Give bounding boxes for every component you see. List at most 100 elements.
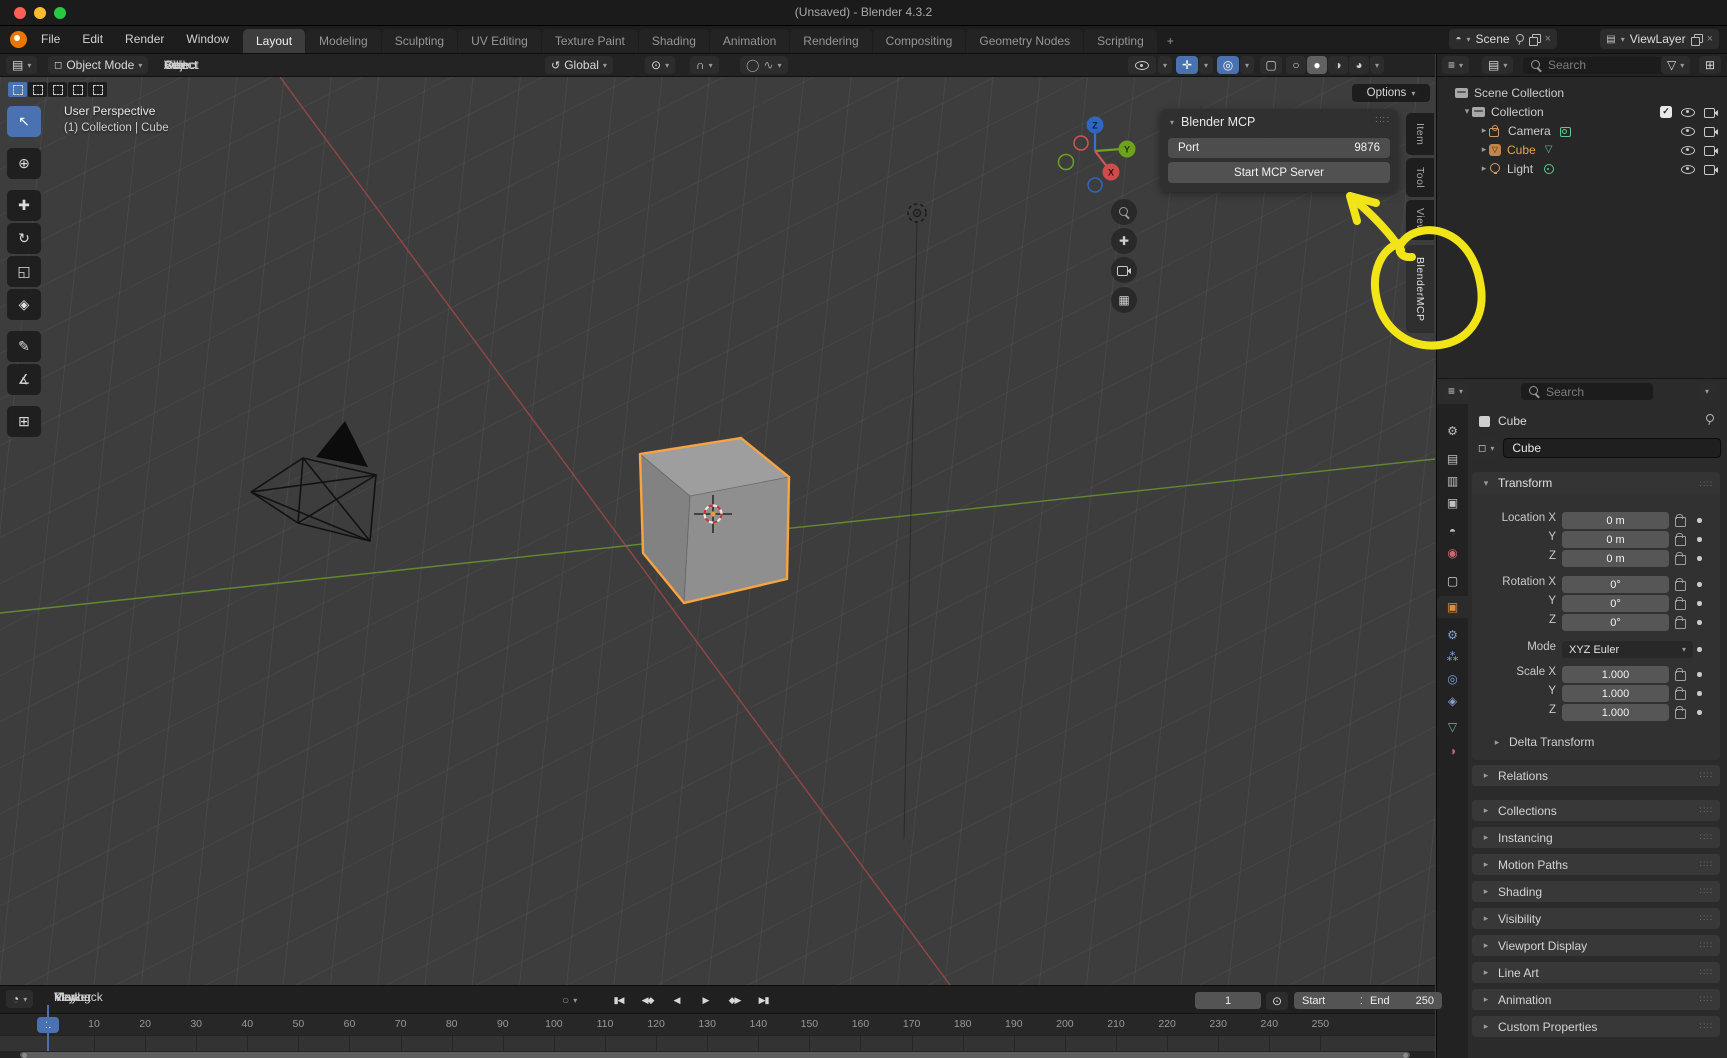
navigation-gizmo[interactable]: Z Y X [1059, 117, 1136, 193]
properties-tab-constraints[interactable]: ◈ [1437, 690, 1468, 712]
camera-object[interactable] [251, 421, 376, 541]
animate-dot-icon[interactable] [1697, 672, 1702, 677]
workspace-tab-uv-editing[interactable]: UV Editing [458, 29, 541, 53]
disable-in-renders-toggle[interactable] [1704, 145, 1718, 155]
animate-dot-icon[interactable] [1697, 710, 1702, 715]
tool-measure-button[interactable]: ∡ [7, 364, 41, 395]
delta-transform-panel-header[interactable]: ▸ Delta Transform [1492, 735, 1594, 749]
play-button[interactable]: ▶ [691, 991, 720, 1009]
viewport-menu-object[interactable]: Object [160, 54, 203, 76]
number-field[interactable]: 1.000 [1562, 704, 1669, 721]
number-field[interactable]: 0° [1562, 595, 1669, 612]
cube-object[interactable] [640, 438, 789, 603]
outliner-row-collection[interactable]: ▾Collection✓ [1437, 102, 1727, 121]
jump-to-end-button[interactable]: ▶▮ [749, 991, 778, 1009]
workspace-tab-sculpting[interactable]: Sculpting [382, 29, 457, 53]
expand-chevron-icon[interactable]: ▸ [1479, 125, 1489, 136]
select-mode-1[interactable] [8, 82, 27, 97]
workspace-tab-texture-paint[interactable]: Texture Paint [542, 29, 638, 53]
options-button[interactable]: Options▾ [1352, 84, 1430, 102]
properties-search-input[interactable]: Search [1521, 383, 1653, 400]
gizmos-toggle[interactable]: ✛ [1176, 56, 1198, 74]
number-field[interactable]: 0 m [1562, 531, 1669, 548]
tool-cursor-button[interactable]: ⊕ [7, 148, 41, 179]
timeline-scrollbar[interactable] [20, 1052, 1410, 1058]
number-field[interactable]: 1.000 [1562, 685, 1669, 702]
pin-id-icon[interactable] [1705, 414, 1714, 425]
tool-rotate-button[interactable]: ↻ [7, 223, 41, 254]
outliner-row-light[interactable]: ▸Light [1437, 159, 1727, 178]
shading-rendered-button[interactable]: ◕ [1349, 56, 1369, 74]
outliner-row-scene-collection[interactable]: Scene Collection [1437, 83, 1727, 102]
outliner-display-mode-dropdown[interactable]: ≡▾ [1442, 56, 1469, 74]
menu-file[interactable]: File [30, 26, 71, 53]
number-field[interactable]: 0 m [1562, 550, 1669, 567]
shading-chevron[interactable]: ▾ [1370, 56, 1384, 74]
shading-solid-button[interactable]: ● [1307, 56, 1327, 74]
disable-in-renders-toggle[interactable] [1704, 164, 1718, 174]
properties-tab-object[interactable]: ▣ [1437, 596, 1468, 618]
scene-selector[interactable]: ◓▾ Scene × [1449, 29, 1557, 49]
auto-keying-toggle[interactable]: ○▾ [556, 991, 583, 1009]
workspace-tab-geometry-nodes[interactable]: Geometry Nodes [966, 29, 1083, 53]
animate-dot-icon[interactable] [1697, 601, 1702, 606]
sidebar-tab-blendermcp[interactable]: BlenderMCP [1406, 245, 1434, 333]
lock-icon[interactable] [1675, 671, 1686, 681]
panel-instancing[interactable]: ▸Instancing∷∷ [1472, 827, 1720, 848]
panel-grip-icon[interactable]: ∷∷ [1700, 805, 1713, 816]
select-mode-5[interactable] [88, 82, 107, 97]
pin-icon[interactable] [1515, 34, 1524, 45]
sidebar-tab-tool[interactable]: Tool [1406, 158, 1434, 197]
workspace-tab-modeling[interactable]: Modeling [306, 29, 381, 53]
nav-camera-view-button[interactable] [1111, 257, 1137, 283]
panel-grip-icon[interactable]: ∷∷ [1700, 770, 1713, 781]
lock-icon[interactable] [1675, 709, 1686, 719]
animate-dot-icon[interactable] [1697, 620, 1702, 625]
panel-grip-icon[interactable]: ∷∷ [1700, 913, 1713, 924]
menu-window[interactable]: Window [175, 26, 240, 53]
transform-orientation-dropdown[interactable]: ↺ Global▾ [545, 56, 613, 74]
animate-dot-icon[interactable] [1697, 518, 1702, 523]
object-id-dropdown[interactable]: ◻▾ [1472, 438, 1500, 458]
xray-toggle[interactable]: ▢ [1260, 56, 1282, 74]
proportional-editing-toggle[interactable]: ◯∿▾ [740, 56, 788, 74]
properties-editor-type-button[interactable]: ≡▾ [1442, 382, 1469, 400]
outliner-search-input[interactable]: Search [1523, 57, 1667, 74]
blender-mcp-panel-header[interactable]: ▾ Blender MCP [1170, 115, 1255, 129]
nav-zoom-button[interactable] [1111, 199, 1137, 225]
workspace-tab-animation[interactable]: Animation [710, 29, 789, 53]
overlays-chevron[interactable]: ▾ [1240, 56, 1254, 74]
tool-select-box-button[interactable]: ↖ [7, 106, 41, 137]
panel-collections[interactable]: ▸Collections∷∷ [1472, 800, 1720, 821]
number-field[interactable]: 0° [1562, 576, 1669, 593]
object-name-input[interactable] [1503, 438, 1721, 458]
panel-grip-icon[interactable]: ∷∷ [1700, 479, 1713, 490]
select-mode-2[interactable] [28, 82, 47, 97]
panel-visibility[interactable]: ▸Visibility∷∷ [1472, 908, 1720, 929]
panel-grip-icon[interactable]: ∷∷ [1700, 967, 1713, 978]
jump-to-start-button[interactable]: ▮◀ [604, 991, 633, 1009]
hide-in-viewport-toggle[interactable] [1681, 164, 1695, 174]
lock-icon[interactable] [1675, 581, 1686, 591]
workspace-tab-shading[interactable]: Shading [639, 29, 709, 53]
workspace-tab-scripting[interactable]: Scripting [1084, 29, 1157, 53]
properties-tab-material[interactable]: ◑ [1437, 740, 1468, 762]
properties-tab-world[interactable]: ◉ [1437, 542, 1468, 564]
animate-dot-icon[interactable] [1697, 647, 1702, 652]
animate-dot-icon[interactable] [1697, 691, 1702, 696]
animate-dot-icon[interactable] [1697, 537, 1702, 542]
panel-line-art[interactable]: ▸Line Art∷∷ [1472, 962, 1720, 983]
overlays-toggle[interactable]: ◎ [1217, 56, 1239, 74]
exclude-checkbox[interactable]: ✓ [1660, 106, 1672, 118]
new-scene-icon[interactable] [1529, 34, 1540, 45]
start-mcp-server-button[interactable]: Start MCP Server [1168, 162, 1390, 183]
workspace-tab-rendering[interactable]: Rendering [790, 29, 871, 53]
number-field[interactable]: 0 m [1562, 512, 1669, 529]
nav-pan-button[interactable]: ✚ [1111, 228, 1137, 254]
axis-z-negative[interactable] [1088, 178, 1102, 192]
properties-tab-output[interactable]: ▥ [1437, 470, 1468, 492]
properties-tab-tool[interactable]: ⚙ [1437, 420, 1468, 442]
new-viewlayer-icon[interactable] [1691, 34, 1702, 45]
timeline-editor-type-button[interactable]: ◔▾ [6, 990, 33, 1008]
hide-in-viewport-toggle[interactable] [1681, 107, 1695, 117]
